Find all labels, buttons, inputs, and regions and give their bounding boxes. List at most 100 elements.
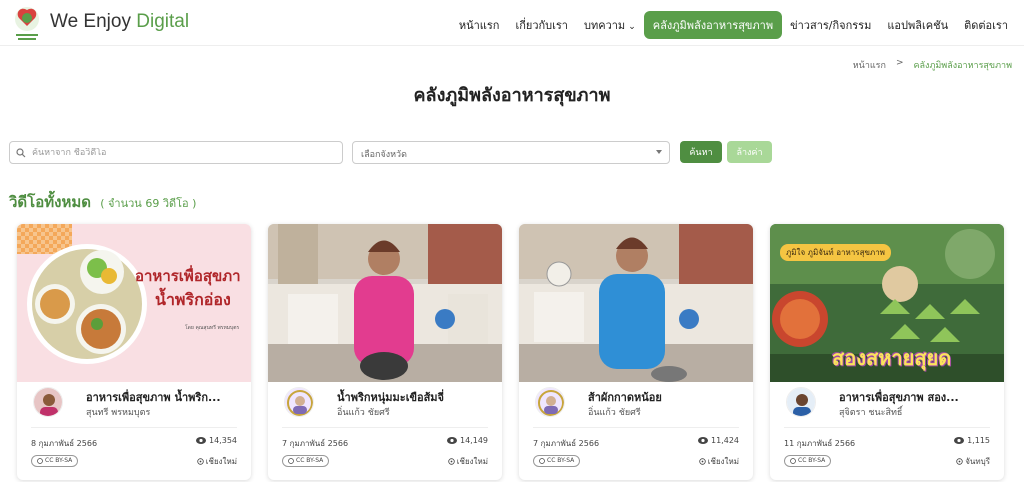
nav-news[interactable]: ข่าวสาร/กิจกรรม (782, 12, 879, 38)
nav-articles-label: บทความ (583, 19, 626, 32)
view-count: 14,149 (447, 436, 488, 445)
divider (533, 427, 739, 428)
logo-icon[interactable] (10, 4, 44, 42)
breadcrumb-current: คลังภูมิพลังอาหารสุขภาพ (913, 61, 1012, 71)
video-title[interactable]: อาหารเพื่อสุขภาพ น้ำพริก... (86, 388, 246, 406)
view-count: 11,424 (698, 436, 739, 445)
nav-home[interactable]: หน้าแรก (451, 12, 508, 38)
search-button[interactable]: ค้นหา (680, 141, 722, 163)
license-text: CC BY-SA (296, 457, 324, 464)
search-box (9, 141, 343, 164)
location-text: จันทบุรี (965, 457, 990, 466)
thumbnail-caption: โดย คุณสุนทรี พรหมบุตร (185, 325, 240, 331)
video-thumbnail[interactable]: อาหารเพื่อสุขภา น้ำพริกอ่อง โดย คุณสุนทร… (17, 224, 251, 382)
search-icon (16, 147, 26, 157)
brand-suffix: Digital (136, 11, 190, 32)
license-icon (539, 458, 545, 464)
view-count: 14,354 (196, 436, 237, 445)
video-grid: อาหารเพื่อสุขภา น้ำพริกอ่อง โดย คุณสุนทร… (17, 224, 1004, 480)
video-date: 11 กุมภาพันธ์ 2566 (784, 439, 856, 448)
video-title[interactable]: ส้าผักกาดหน้อย (588, 388, 748, 406)
video-card[interactable]: น้ำพริกหนุ่มมะเขือส้มจี่ อิ่นแก้ว ชัยศรี… (268, 224, 502, 480)
video-title[interactable]: น้ำพริกหนุ่มมะเขือส้มจี่ (337, 388, 497, 406)
view-count-value: 11,424 (711, 436, 739, 445)
video-author: สุจิตรา ชนะสิทธิ์ (839, 408, 903, 418)
license-icon (288, 458, 294, 464)
divider (784, 427, 990, 428)
license-badge: CC BY-SA (533, 455, 581, 467)
view-count-value: 14,149 (460, 436, 488, 445)
location: เชียงใหม่ (699, 455, 739, 468)
eye-icon (954, 437, 965, 444)
license-badge: CC BY-SA (784, 455, 832, 467)
nav-contact[interactable]: ติดต่อเรา (956, 12, 1016, 38)
brand-prefix: We Enjoy (50, 11, 131, 32)
eye-icon (698, 437, 708, 444)
thumbnail-image (268, 224, 502, 382)
chevron-down-icon: ⌄ (628, 22, 636, 32)
avatar (786, 387, 816, 417)
province-select[interactable]: เลือกจังหวัด (352, 141, 670, 164)
video-thumbnail[interactable]: ภูมิใจ ภูมิจันท์ อาหารสุขภาพ สองสหายสุยด (770, 224, 1004, 382)
video-thumbnail[interactable] (519, 224, 753, 382)
location-text: เชียงใหม่ (205, 457, 237, 466)
video-title[interactable]: อาหารเพื่อสุขภาพ สอง... (839, 388, 999, 406)
thumbnail-subheadline: น้ำพริกอ่อง (155, 290, 231, 309)
video-author: สุนทรี พรหมบุตร (86, 408, 151, 418)
video-date: 7 กุมภาพันธ์ 2566 (282, 439, 349, 448)
view-count-value: 1,115 (967, 436, 990, 445)
nav-food-archive[interactable]: คลังภูมิพลังอาหารสุขภาพ (643, 11, 783, 39)
thumbnail-headline: สองสหายสุยด (832, 346, 952, 370)
site-header: We Enjoy Digital หน้าแรก เกี่ยวกับเรา บท… (0, 0, 1024, 46)
view-count: 1,115 (954, 436, 990, 445)
location-text: เชียงใหม่ (456, 457, 488, 466)
location-pin-icon (448, 457, 455, 465)
license-badge: CC BY-SA (282, 455, 330, 467)
caret-down-icon (656, 150, 662, 154)
nav-app[interactable]: แอปพลิเคชัน (879, 12, 956, 38)
avatar (284, 387, 314, 417)
license-text: CC BY-SA (798, 457, 826, 464)
avatar (33, 387, 63, 417)
clear-button[interactable]: ล้างค่า (727, 141, 772, 163)
license-text: CC BY-SA (45, 457, 73, 464)
nav-about[interactable]: เกี่ยวกับเรา (507, 12, 576, 38)
video-card[interactable]: ภูมิใจ ภูมิจันท์ อาหารสุขภาพ สองสหายสุยด… (770, 224, 1004, 480)
location: จันทบุรี (956, 455, 990, 468)
thumbnail-banner: ภูมิใจ ภูมิจันท์ อาหารสุขภาพ (780, 244, 891, 261)
video-author: อิ่นแก้ว ชัยศรี (588, 408, 641, 418)
location: เชียงใหม่ (448, 455, 488, 468)
eye-icon (447, 437, 457, 444)
license-icon (37, 458, 43, 464)
location-text: เชียงใหม่ (707, 457, 739, 466)
section-title: วิดีโอทั้งหมด ( จำนวน 69 วิดีโอ ) (9, 190, 196, 214)
location-pin-icon (956, 457, 963, 465)
section-title-text: วิดีโอทั้งหมด (9, 193, 91, 211)
video-date: 7 กุมภาพันธ์ 2566 (533, 439, 600, 448)
main-nav: หน้าแรก เกี่ยวกับเรา บทความ ⌄ คลังภูมิพลั… (451, 11, 1016, 39)
breadcrumb-separator: > (895, 58, 904, 68)
video-card[interactable]: อาหารเพื่อสุขภา น้ำพริกอ่อง โดย คุณสุนทร… (17, 224, 251, 480)
location-pin-icon (197, 457, 204, 465)
brand-name[interactable]: We Enjoy Digital (50, 11, 189, 33)
license-text: CC BY-SA (547, 457, 575, 464)
license-icon (790, 458, 796, 464)
video-count: ( จำนวน 69 วิดีโอ ) (100, 197, 197, 210)
view-count-value: 14,354 (209, 436, 237, 445)
divider (282, 427, 488, 428)
thumbnail-headline: อาหารเพื่อสุขภา (135, 267, 241, 285)
page-title: คลังภูมิพลังอาหารสุขภาพ (413, 85, 611, 106)
province-select-value: เลือกจังหวัด (361, 150, 407, 160)
video-date: 8 กุมภาพันธ์ 2566 (31, 439, 98, 448)
eye-icon (196, 437, 206, 444)
breadcrumb-home[interactable]: หน้าแรก (853, 58, 886, 72)
avatar (535, 387, 565, 417)
nav-articles[interactable]: บทความ ⌄ (576, 12, 644, 38)
divider (31, 427, 237, 428)
search-input[interactable] (32, 147, 322, 158)
location-pin-icon (699, 457, 706, 465)
video-thumbnail[interactable] (268, 224, 502, 382)
video-card[interactable]: ส้าผักกาดหน้อย อิ่นแก้ว ชัยศรี 7 กุมภาพั… (519, 224, 753, 480)
location: เชียงใหม่ (197, 455, 237, 468)
breadcrumb: หน้าแรก > คลังภูมิพลังอาหารสุขภาพ (853, 58, 1012, 72)
